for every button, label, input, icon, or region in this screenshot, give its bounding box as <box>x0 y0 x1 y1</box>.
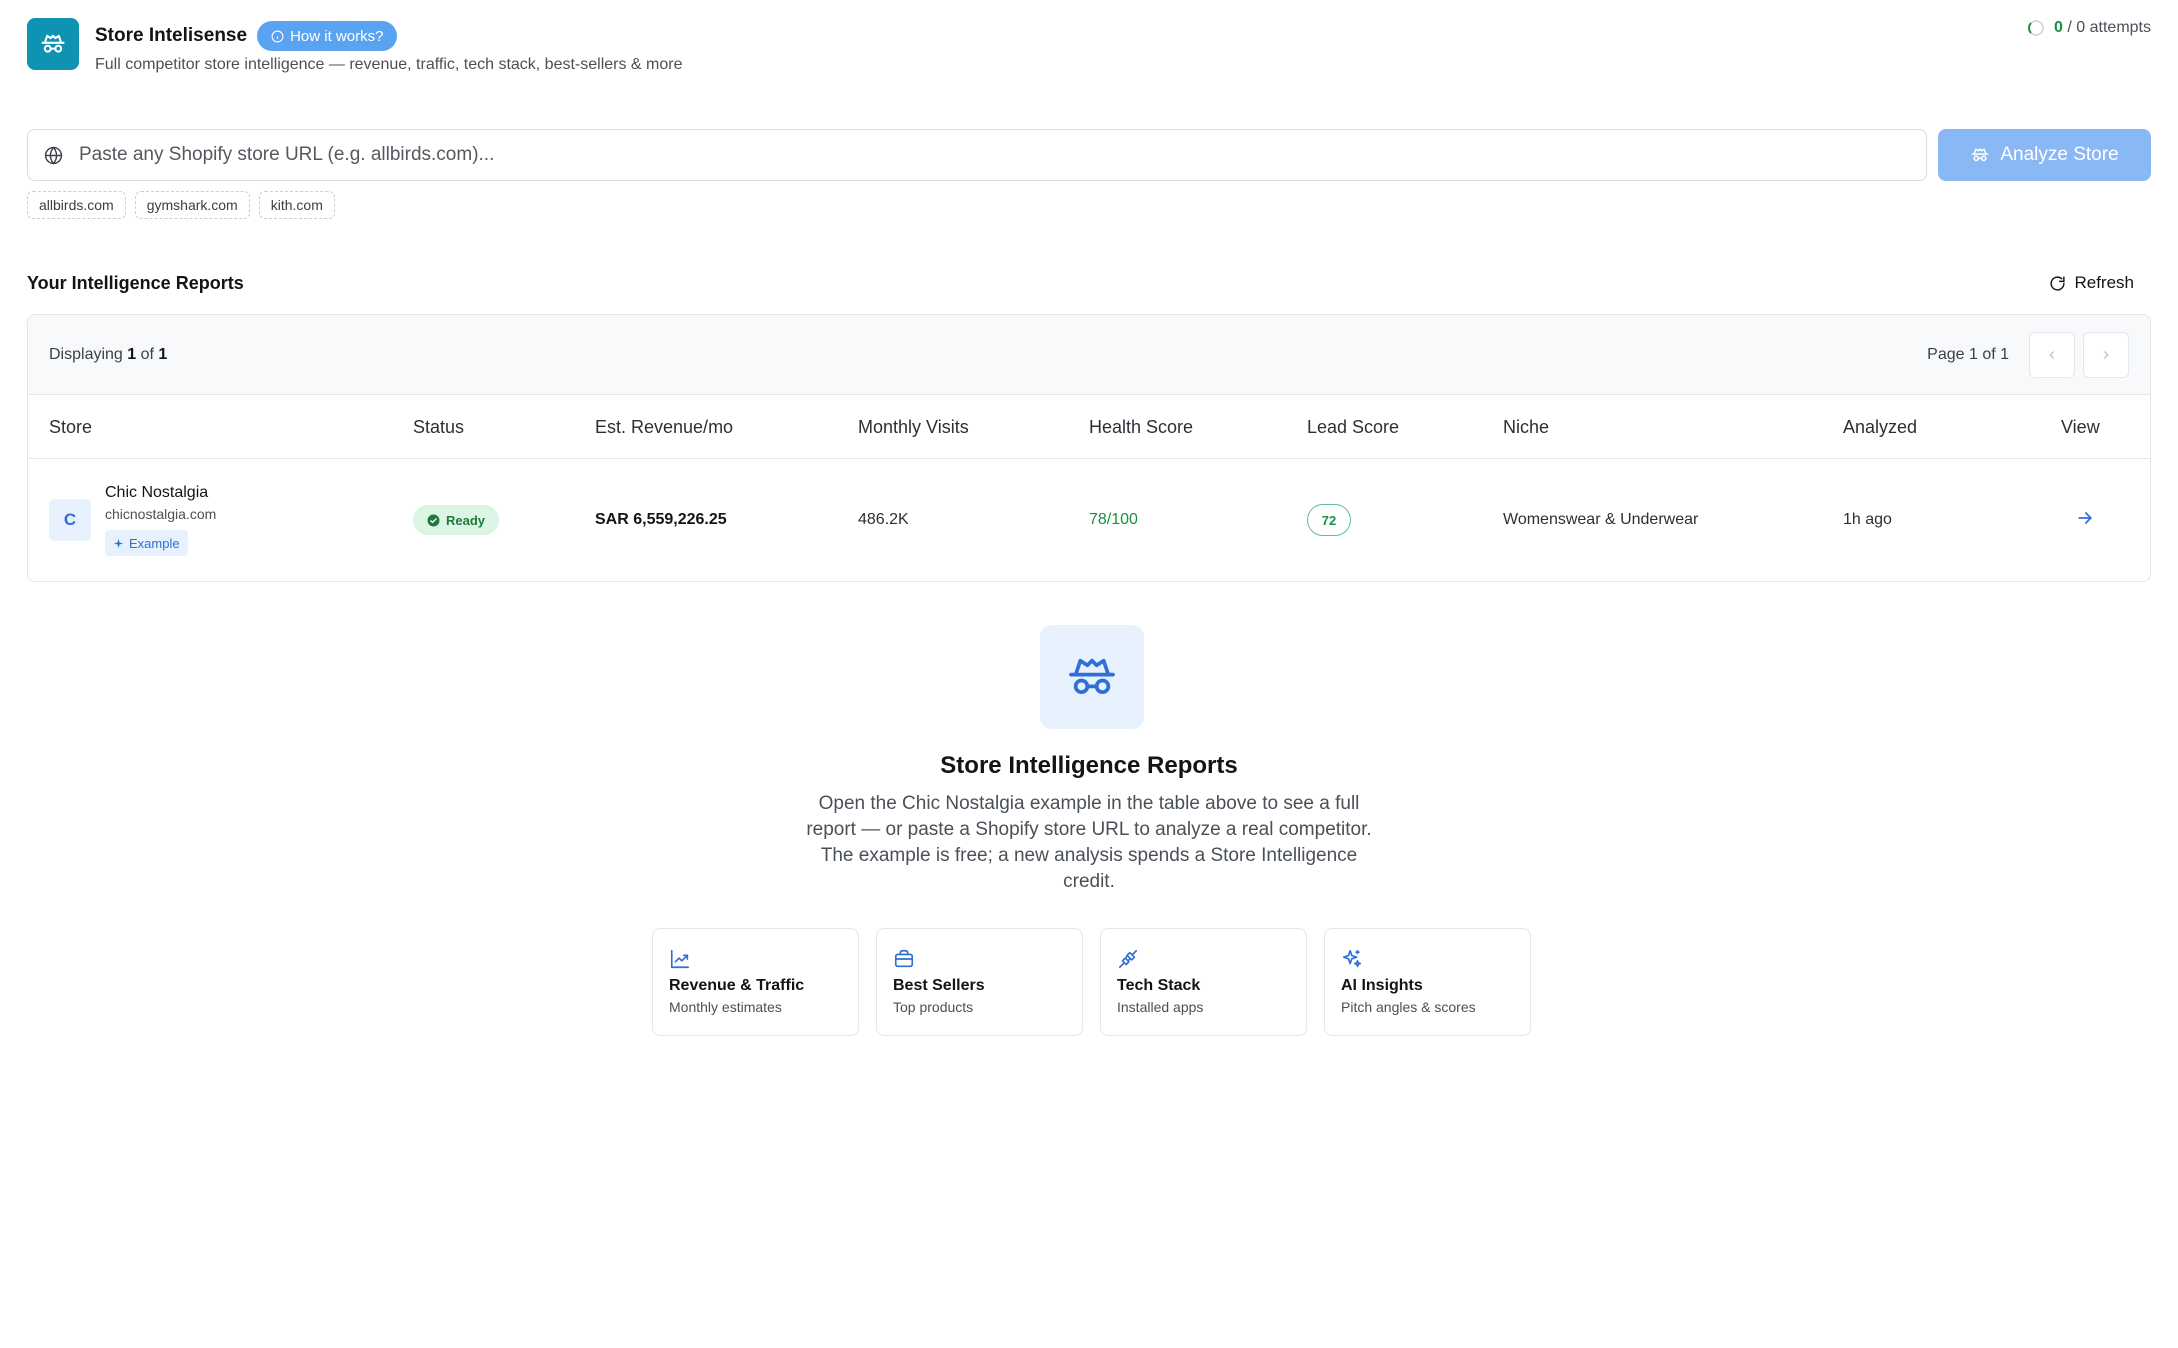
example-chips: allbirds.com gymshark.com kith.com <box>27 191 335 219</box>
feature-card-best-sellers: Best Sellers Top products <box>876 928 1083 1036</box>
example-tag-label: Example <box>129 535 180 551</box>
feature-name: Revenue & Traffic <box>669 977 805 994</box>
store-name: Chic Nostalgia <box>105 484 209 501</box>
globe-icon <box>44 146 63 164</box>
view-report-button[interactable] <box>2075 508 2095 533</box>
info-icon <box>271 30 284 42</box>
how-it-works-label: How it works? <box>290 27 384 45</box>
feature-desc: Monthly estimates <box>669 999 782 1015</box>
store-url-input[interactable] <box>79 144 1910 166</box>
store-meta: Chic Nostalgia chicnostalgia.com Example <box>105 484 216 556</box>
col-analyzed[interactable]: Analyzed <box>1843 395 1917 459</box>
reports-header: Your Intelligence Reports Refresh <box>27 268 2151 298</box>
table-header: Store Status Est. Revenue/mo Monthly Vis… <box>28 395 2150 459</box>
check-circle-icon <box>427 514 440 526</box>
reports-title: Your Intelligence Reports <box>27 272 244 293</box>
col-visits[interactable]: Monthly Visits <box>858 395 969 459</box>
attempts-counter: 0 / 0 attempts <box>2028 19 2151 37</box>
chip-kith[interactable]: kith.com <box>258 191 335 219</box>
app-subtitle: Full competitor store intelligence — rev… <box>95 56 683 73</box>
spy-logo-icon <box>27 18 79 70</box>
lead-score-badge: 72 <box>1307 504 1351 536</box>
spy-icon <box>1972 148 1989 162</box>
briefcase-icon <box>894 949 914 968</box>
feature-desc: Top products <box>893 999 974 1015</box>
feature-name: Tech Stack <box>1117 977 1201 994</box>
analyzed-cell: 1h ago <box>1843 511 1892 528</box>
store-avatar: C <box>49 499 91 541</box>
displaying-total: 1 <box>158 345 168 363</box>
attempts-used: 0 <box>2054 19 2063 36</box>
chip-allbirds[interactable]: allbirds.com <box>27 191 126 219</box>
feature-cards: Revenue & Traffic Monthly estimates Best… <box>652 928 1531 1036</box>
view-cell <box>2075 459 2095 581</box>
chevron-left-icon <box>2049 350 2055 359</box>
store-cell: C Chic Nostalgia chicnostalgia.com Examp… <box>49 459 216 581</box>
plug-icon <box>1118 949 1138 969</box>
analyze-store-button[interactable]: Analyze Store <box>1938 129 2151 181</box>
feature-name: AI Insights <box>1341 977 1423 994</box>
attempts-text: 0 / 0 attempts <box>2054 19 2151 37</box>
store-domain: chicnostalgia.com <box>105 506 217 522</box>
table-toolbar: Displaying 1 of 1 Page 1 of 1 <box>28 315 2150 395</box>
sparkles-icon <box>1342 949 1362 968</box>
title-row: Store Intelisense How it works? <box>95 21 398 51</box>
col-niche[interactable]: Niche <box>1503 395 1549 459</box>
revenue-cell: SAR 6,559,226.25 <box>595 511 727 528</box>
displaying-prefix: Displaying <box>49 345 123 363</box>
next-page-button[interactable] <box>2083 331 2129 378</box>
spy-hero-icon <box>1040 625 1144 729</box>
feature-card-ai-insights: AI Insights Pitch angles & scores <box>1324 928 1531 1036</box>
col-health[interactable]: Health Score <box>1089 395 1193 459</box>
col-status[interactable]: Status <box>413 395 464 459</box>
reports-table: Displaying 1 of 1 Page 1 of 1 Store Stat… <box>27 314 2151 582</box>
empty-state-description: Open the Chic Nostalgia example in the t… <box>806 793 1372 892</box>
attempts-total: / 0 attempts <box>2067 19 2151 36</box>
refresh-label: Refresh <box>2074 273 2134 292</box>
chip-gymshark[interactable]: gymshark.com <box>134 191 250 219</box>
empty-state-title: Store Intelligence Reports <box>940 752 1238 779</box>
arrow-right-icon <box>2078 511 2092 524</box>
status-badge: Ready <box>413 505 500 535</box>
refresh-icon <box>2050 275 2066 291</box>
table-row[interactable]: C Chic Nostalgia chicnostalgia.com Examp… <box>28 459 2150 581</box>
feature-desc: Installed apps <box>1117 999 1204 1015</box>
health-score: 78/100 <box>1089 511 1138 528</box>
page: Store Intelisense How it works? Full com… <box>0 0 2178 1348</box>
col-store[interactable]: Store <box>49 395 92 459</box>
pagination: Page 1 of 1 <box>1927 331 2129 378</box>
progress-ring-icon <box>2028 20 2045 36</box>
chevron-right-icon <box>2103 350 2109 359</box>
app-title: Store Intelisense <box>95 25 248 46</box>
search-row: Analyze Store <box>27 129 2151 181</box>
col-revenue[interactable]: Est. Revenue/mo <box>595 395 733 459</box>
prev-page-button[interactable] <box>2029 331 2075 378</box>
niche-cell: Womenswear & Underwear <box>1503 511 1699 528</box>
displaying-shown: 1 <box>127 345 137 363</box>
app-header: Store Intelisense How it works? Full com… <box>27 17 2151 77</box>
sparkle-icon <box>113 538 124 548</box>
how-it-works-button[interactable]: How it works? <box>257 21 398 51</box>
status-cell: Ready <box>413 459 500 581</box>
visits-cell: 486.2K <box>858 511 909 528</box>
col-lead[interactable]: Lead Score <box>1307 395 1399 459</box>
displaying-count: Displaying 1 of 1 <box>49 346 167 364</box>
feature-name: Best Sellers <box>893 977 985 994</box>
lead-cell: 72 <box>1307 459 1351 581</box>
feature-desc: Pitch angles & scores <box>1341 999 1476 1015</box>
displaying-mid: of <box>140 345 154 363</box>
search-box[interactable] <box>27 129 1927 181</box>
trending-chart-icon <box>670 949 690 969</box>
analyze-store-label: Analyze Store <box>2000 144 2119 165</box>
feature-card-tech-stack: Tech Stack Installed apps <box>1100 928 1307 1036</box>
example-tag: Example <box>105 530 188 556</box>
page-indicator: Page 1 of 1 <box>1927 345 2009 363</box>
col-view: View <box>2061 416 2100 437</box>
refresh-button[interactable]: Refresh <box>2049 273 2151 293</box>
feature-card-revenue: Revenue & Traffic Monthly estimates <box>652 928 859 1036</box>
status-label: Ready <box>446 512 486 528</box>
